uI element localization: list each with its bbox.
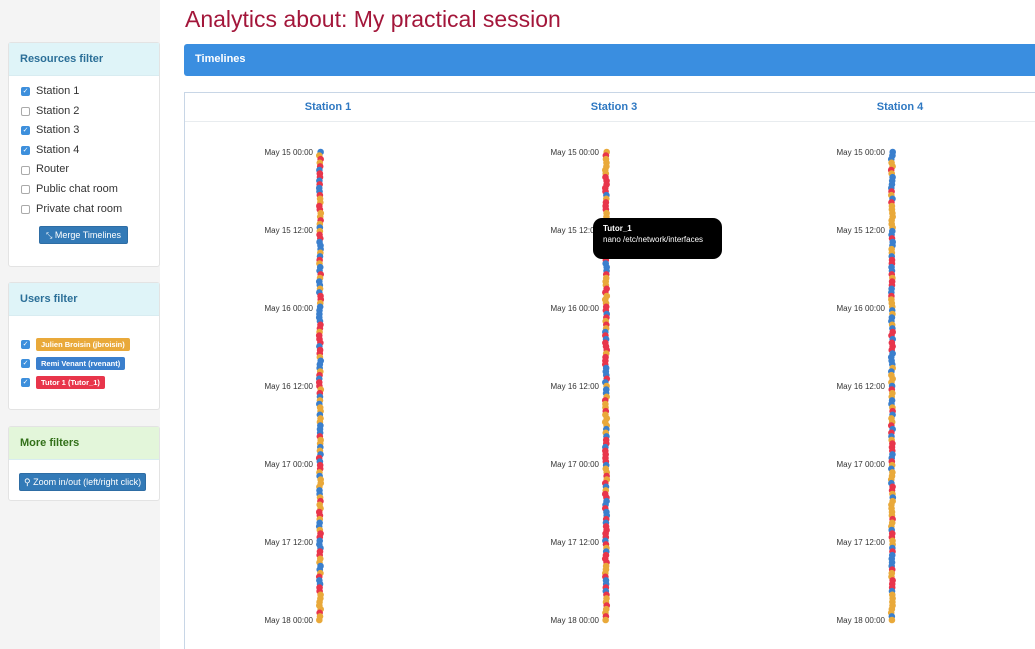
timeline-event-dot[interactable] xyxy=(888,616,896,624)
time-label: May 16 12:00 xyxy=(551,382,600,391)
time-label: May 17 00:00 xyxy=(551,460,600,469)
timeline-event-dot[interactable] xyxy=(602,616,609,624)
time-label: May 17 12:00 xyxy=(265,538,314,547)
time-label: May 16 00:00 xyxy=(837,304,886,313)
time-label: May 16 12:00 xyxy=(265,382,314,391)
tooltip-command: nano /etc/network/interfaces xyxy=(603,235,704,244)
time-label: May 18 00:00 xyxy=(837,616,886,625)
time-label: May 15 00:00 xyxy=(837,148,886,157)
time-label: May 16 00:00 xyxy=(551,304,600,313)
time-label: May 15 12:00 xyxy=(837,226,886,235)
time-label: May 17 12:00 xyxy=(551,538,600,547)
timelines-chart: May 15 00:00 May 15 12:00 May 16 00:00 May … xyxy=(265,148,897,625)
time-label: May 18 00:00 xyxy=(265,616,314,625)
event-tooltip: Tutor_1 nano /etc/network/interfaces xyxy=(593,218,722,259)
timeline-event-dot[interactable] xyxy=(316,616,323,624)
time-label: May 17 00:00 xyxy=(265,460,314,469)
time-label: May 17 00:00 xyxy=(837,460,886,469)
time-label: May 17 12:00 xyxy=(837,538,886,547)
tooltip-user: Tutor_1 xyxy=(603,224,632,233)
time-label: May 15 00:00 xyxy=(551,148,600,157)
time-label: May 18 00:00 xyxy=(551,616,600,625)
time-label: May 16 12:00 xyxy=(837,382,886,391)
time-label: May 15 00:00 xyxy=(265,148,314,157)
time-label: May 15 12:00 xyxy=(265,226,314,235)
time-label: May 16 00:00 xyxy=(265,304,314,313)
